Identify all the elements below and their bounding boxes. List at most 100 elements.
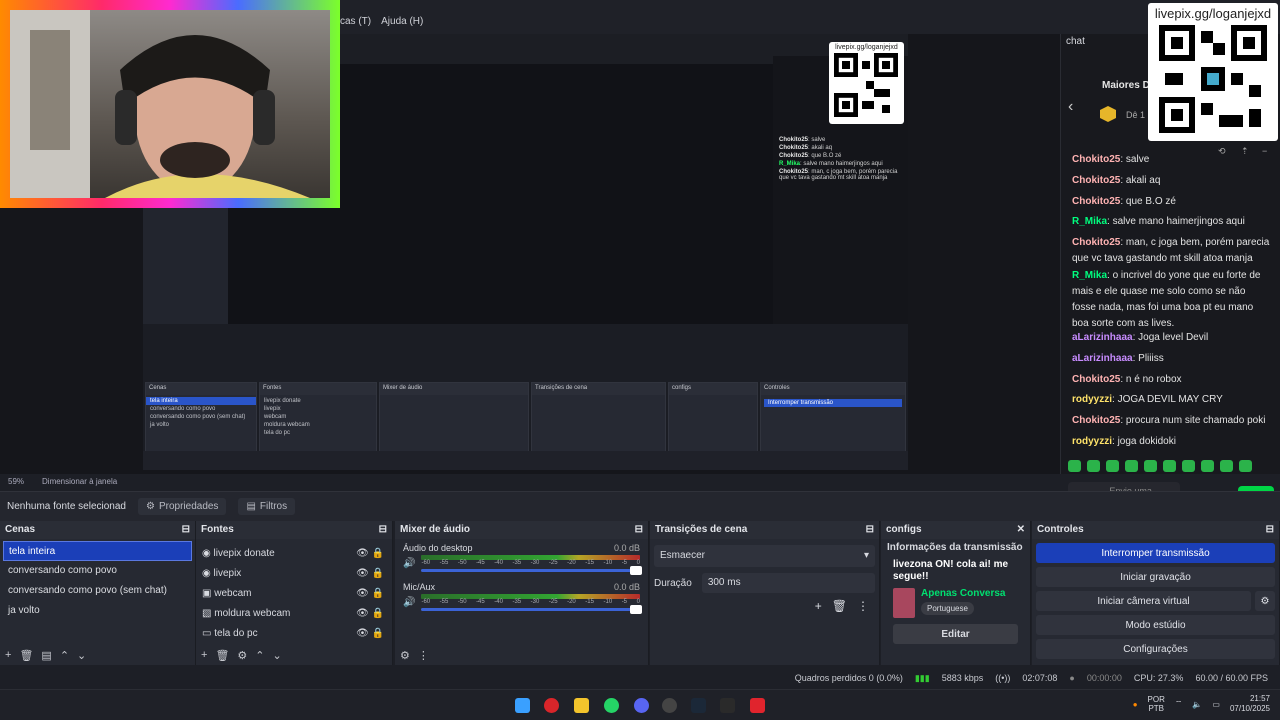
emote-icon[interactable] bbox=[1106, 460, 1119, 472]
file-explorer-icon[interactable] bbox=[574, 698, 589, 713]
stop-streaming-button[interactable]: Interromper transmissão bbox=[1036, 543, 1275, 563]
source-item[interactable]: ◉ livepix donate 👁 🔒 bbox=[196, 543, 392, 563]
down-arrow-icon[interactable]: ⌄ bbox=[273, 649, 282, 662]
properties-button[interactable]: ⚙ Propriedades bbox=[137, 498, 227, 515]
gear-icon: ⚙ bbox=[145, 501, 155, 512]
nested-qr: livepix.gg/loganjejxd bbox=[829, 42, 904, 124]
settings-button[interactable]: Configurações bbox=[1036, 639, 1275, 659]
whatsapp-icon[interactable] bbox=[604, 698, 619, 713]
emote-icon[interactable] bbox=[1220, 460, 1233, 472]
volume-slider[interactable] bbox=[421, 605, 642, 614]
windows-start-icon[interactable] bbox=[515, 698, 530, 713]
discord-icon[interactable] bbox=[634, 698, 649, 713]
eye-icon[interactable]: 👁 bbox=[356, 548, 369, 559]
emote-icon[interactable] bbox=[1201, 460, 1214, 472]
filter-icon[interactable]: ▤ bbox=[41, 649, 51, 662]
more-icon[interactable]: ⋮ bbox=[857, 599, 869, 613]
lock-icon[interactable]: 🔒 bbox=[372, 588, 384, 599]
dock-menu-icon[interactable]: ⊟ bbox=[635, 524, 643, 536]
dock-menu-icon[interactable]: ⊟ bbox=[1266, 524, 1274, 536]
add-icon[interactable]: + bbox=[5, 649, 11, 662]
eye-icon[interactable]: 👁 bbox=[356, 628, 369, 639]
steam-icon[interactable] bbox=[691, 698, 706, 713]
trash-icon[interactable]: 🗑 bbox=[215, 649, 229, 662]
lock-icon[interactable]: 🔒 bbox=[372, 548, 384, 559]
clock[interactable]: 21:57 07/10/2025 bbox=[1230, 694, 1270, 714]
lock-icon[interactable]: 🔒 bbox=[372, 628, 384, 639]
studio-mode-button[interactable]: Modo estúdio bbox=[1036, 615, 1275, 635]
eye-icon[interactable]: 👁 bbox=[356, 568, 369, 579]
obs-icon[interactable] bbox=[662, 698, 677, 713]
gear-icon[interactable]: ⚙ bbox=[237, 649, 247, 662]
eye-icon[interactable]: 👁 bbox=[356, 608, 369, 619]
category-name[interactable]: Apenas Conversa bbox=[921, 588, 1005, 599]
lock-icon[interactable]: 🔒 bbox=[372, 608, 384, 619]
dock-menu-icon[interactable]: ⊟ bbox=[182, 524, 190, 536]
nested-transitions: Transições de cena bbox=[531, 382, 666, 462]
source-item[interactable]: ▣ webcam 👁 🔒 bbox=[196, 583, 392, 603]
scene-item[interactable]: ja volto bbox=[3, 601, 192, 621]
transition-select[interactable]: Esmaecer ▾ bbox=[654, 545, 875, 567]
more-icon[interactable]: ⋮ bbox=[418, 649, 429, 662]
meter-tick-label: -35 bbox=[512, 560, 522, 566]
leaderboard-title: Maiores D bbox=[1102, 80, 1150, 91]
speaker-icon[interactable]: 🔊 bbox=[403, 558, 415, 569]
battery-icon[interactable]: ▭ bbox=[1212, 700, 1220, 709]
down-arrow-icon[interactable]: ⌄ bbox=[77, 649, 86, 662]
stream-title: livezona ON! cola ai! me segue!! bbox=[893, 559, 1009, 582]
mixer-settings-icon[interactable]: ⚙ bbox=[400, 649, 410, 662]
source-item[interactable]: ▧ moldura webcam 👁 🔒 bbox=[196, 603, 392, 623]
zoom-level[interactable]: 59% bbox=[8, 477, 24, 487]
speaker-icon[interactable]: 🔊 bbox=[403, 597, 415, 608]
source-item[interactable]: ◉ livepix 👁 🔒 bbox=[196, 563, 392, 583]
slider-knob[interactable] bbox=[630, 566, 642, 575]
eye-icon[interactable]: 👁 bbox=[356, 588, 369, 599]
emote-icon[interactable] bbox=[1182, 460, 1195, 472]
mic-icon[interactable]: ● bbox=[1133, 700, 1138, 709]
slider-knob[interactable] bbox=[630, 605, 642, 614]
emote-icon[interactable] bbox=[1163, 460, 1176, 472]
volume-slider[interactable] bbox=[421, 566, 642, 575]
duration-input[interactable]: 300 ms bbox=[701, 573, 875, 593]
virtual-camera-settings-icon[interactable]: ⚙ bbox=[1255, 591, 1275, 611]
volume-icon[interactable]: 🔈 bbox=[1192, 700, 1202, 709]
riot-client-icon[interactable] bbox=[750, 698, 765, 713]
opera-icon[interactable] bbox=[544, 698, 559, 713]
scene-item[interactable]: conversando como povo (sem chat) bbox=[3, 581, 192, 601]
wifi-icon[interactable]: ⌔ bbox=[1175, 699, 1183, 709]
back-icon[interactable]: ‹ bbox=[1068, 98, 1073, 116]
menu-item-help[interactable]: Ajuda (H) bbox=[381, 16, 423, 27]
emote-icon[interactable] bbox=[1068, 460, 1081, 472]
up-arrow-icon[interactable]: ⌃ bbox=[60, 649, 69, 662]
menu-item-tools[interactable]: cas (T) bbox=[340, 16, 371, 27]
add-icon[interactable]: + bbox=[201, 649, 207, 662]
trash-icon[interactable]: 🗑 bbox=[19, 649, 33, 662]
epic-games-icon[interactable] bbox=[720, 698, 735, 713]
webcam-feed bbox=[10, 10, 330, 198]
up-arrow-icon[interactable]: ⌃ bbox=[255, 649, 264, 662]
zoom-mode[interactable]: Dimensionar à janela bbox=[42, 477, 117, 487]
emote-icon[interactable] bbox=[1144, 460, 1157, 472]
add-icon[interactable]: + bbox=[815, 599, 822, 613]
close-icon[interactable]: ✕ bbox=[1017, 524, 1025, 536]
emote-icon[interactable] bbox=[1087, 460, 1100, 472]
trash-icon[interactable]: 🗑 bbox=[832, 599, 847, 613]
language-indicator[interactable]: POR PTB bbox=[1148, 695, 1165, 713]
stream-info-title: Informações da transmissão bbox=[887, 542, 1023, 553]
nested-configs: configs bbox=[668, 382, 758, 462]
filters-button[interactable]: ▤ Filtros bbox=[238, 498, 296, 515]
start-recording-button[interactable]: Iniciar gravação bbox=[1036, 567, 1275, 587]
scene-item[interactable]: tela inteira bbox=[3, 541, 192, 561]
lock-icon[interactable]: 🔒 bbox=[372, 568, 384, 579]
edit-button[interactable]: Editar bbox=[893, 624, 1018, 644]
chat-message: aLarizinhaaa: Pliiiss bbox=[1072, 353, 1164, 364]
start-virtual-camera-button[interactable]: Iniciar câmera virtual bbox=[1036, 591, 1251, 611]
emote-icon[interactable] bbox=[1125, 460, 1138, 472]
scene-item[interactable]: conversando como povo bbox=[3, 561, 192, 581]
controls-title: Controles bbox=[1037, 524, 1084, 535]
emote-icon[interactable] bbox=[1239, 460, 1252, 472]
live-icon: ((•)) bbox=[995, 673, 1011, 683]
dock-menu-icon[interactable]: ⊟ bbox=[379, 524, 387, 536]
source-item[interactable]: ▭ tela do pc 👁 🔒 bbox=[196, 623, 392, 643]
dock-menu-icon[interactable]: ⊟ bbox=[866, 524, 874, 536]
